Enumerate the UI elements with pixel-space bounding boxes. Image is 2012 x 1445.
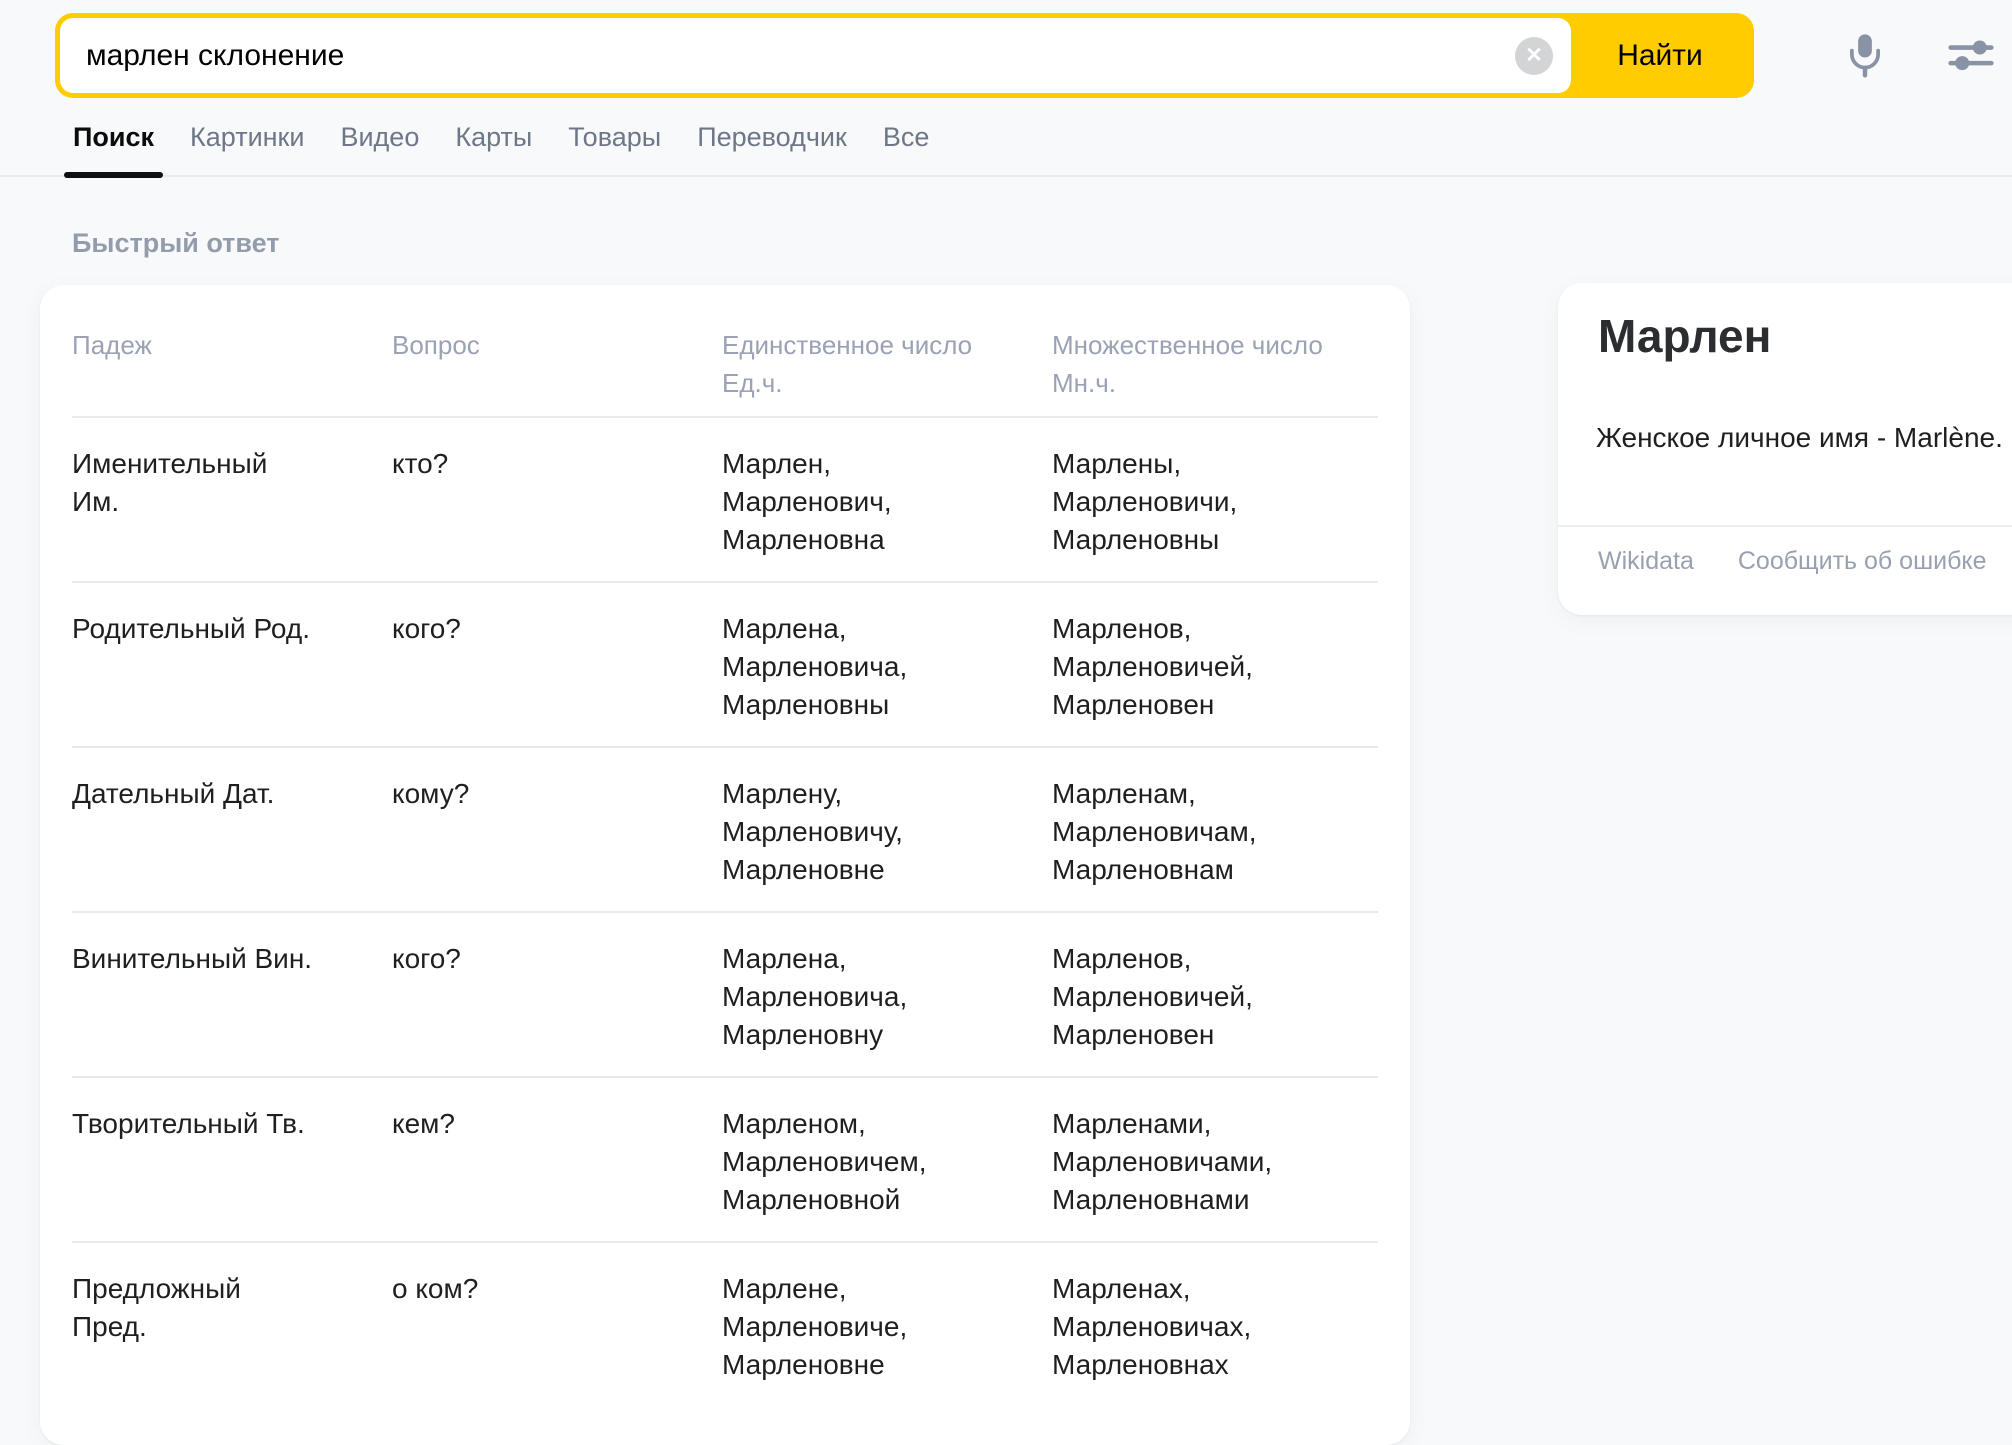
plural-cell: Марленами, Марленовичами, Марленовнами	[1052, 1105, 1378, 1219]
question-cell: кто?	[392, 445, 722, 483]
tab-translate[interactable]: Переводчик	[696, 108, 848, 175]
table-row: Дательный Дат. кому? Марлену, Марленович…	[72, 748, 1378, 913]
entity-card-divider	[1558, 525, 2012, 527]
question-cell: кому?	[392, 775, 722, 813]
filters-icon	[1948, 36, 1994, 74]
report-error-link[interactable]: Сообщить об ошибке	[1738, 547, 1987, 576]
question-cell: кем?	[392, 1105, 722, 1143]
table-header-row: Падеж Вопрос Единственное число Ед.ч. Мн…	[72, 285, 1378, 418]
singular-cell: Марлена, Марленовича, Марленовны	[722, 610, 1052, 724]
plural-cell: Марленов, Марленовичей, Марленовен	[1052, 610, 1378, 724]
tab-goods[interactable]: Товары	[567, 108, 662, 175]
entity-title: Марлен	[1598, 309, 1771, 363]
tab-all[interactable]: Все	[882, 108, 931, 175]
table-body: Именительный Им. кто? Марлен, Марленович…	[72, 418, 1378, 1406]
entity-card-footer: Wikidata Сообщить об ошибке	[1598, 547, 1987, 576]
question-cell: кого?	[392, 940, 722, 978]
table-row: Именительный Им. кто? Марлен, Марленович…	[72, 418, 1378, 583]
case-cell: Дательный Дат.	[72, 775, 392, 813]
question-cell: кого?	[392, 610, 722, 648]
clear-icon: ✕	[1525, 37, 1543, 75]
voice-search-button[interactable]	[1838, 28, 1892, 82]
table-row: Родительный Род. кого? Марлена, Марленов…	[72, 583, 1378, 748]
wikidata-link[interactable]: Wikidata	[1598, 547, 1694, 576]
plural-cell: Марленам, Марленовичам, Марленовнам	[1052, 775, 1378, 889]
clear-search-button[interactable]: ✕	[1515, 37, 1553, 75]
entity-card: Марлен Женское личное имя - Marlène. Wik…	[1558, 283, 2012, 615]
plural-cell: Марленов, Марленовичей, Марленовен	[1052, 940, 1378, 1054]
table-row: Винительный Вин. кого? Марлена, Марленов…	[72, 913, 1378, 1078]
singular-cell: Марленом, Марленовичем, Марленовной	[722, 1105, 1052, 1219]
case-cell: Винительный Вин.	[72, 940, 392, 978]
search-tabs: Поиск Картинки Видео Карты Товары Переводчик В…	[0, 108, 2012, 177]
case-cell: Предложный Пред.	[72, 1270, 392, 1346]
case-cell: Именительный Им.	[72, 445, 392, 521]
tab-maps[interactable]: Карты	[454, 108, 533, 175]
singular-cell: Марлене, Марленовиче, Марленовне	[722, 1270, 1052, 1384]
tab-images[interactable]: Картинки	[189, 108, 305, 175]
microphone-icon	[1845, 31, 1885, 79]
tab-search[interactable]: Поиск	[72, 108, 155, 175]
table-row: Предложный Пред. о ком? Марлене, Марлено…	[72, 1243, 1378, 1406]
case-cell: Родительный Род.	[72, 610, 392, 648]
table-row: Творительный Тв. кем? Марленом, Марленов…	[72, 1078, 1378, 1243]
singular-cell: Марлену, Марленовичу, Марленовне	[722, 775, 1052, 889]
search-input[interactable]	[60, 18, 1571, 93]
entity-description: Женское личное имя - Marlène.	[1596, 418, 2012, 458]
question-cell: о ком?	[392, 1270, 722, 1308]
header-plural: Множественное число Мн.ч.	[1052, 326, 1378, 402]
case-cell: Творительный Тв.	[72, 1105, 392, 1143]
header-case: Падеж	[72, 326, 392, 364]
search-input-wrap: ✕	[60, 18, 1571, 93]
plural-cell: Марленах, Марленовичах, Марленовнах	[1052, 1270, 1378, 1384]
header-singular: Единственное число Ед.ч.	[722, 326, 1052, 402]
search-settings-button[interactable]	[1944, 28, 1998, 82]
tab-video[interactable]: Видео	[339, 108, 420, 175]
search-submit-button[interactable]: Найти	[1571, 18, 1749, 93]
singular-cell: Марлен, Марленович, Марленовна	[722, 445, 1052, 559]
singular-cell: Марлена, Марленовича, Марленовну	[722, 940, 1052, 1054]
declension-table-card: Падеж Вопрос Единственное число Ед.ч. Мн…	[40, 285, 1410, 1445]
quick-answer-label: Быстрый ответ	[72, 228, 280, 259]
plural-cell: Марлены, Марленовичи, Марленовны	[1052, 445, 1378, 559]
header-question: Вопрос	[392, 326, 722, 364]
search-bar: ✕ Найти	[55, 13, 1754, 98]
